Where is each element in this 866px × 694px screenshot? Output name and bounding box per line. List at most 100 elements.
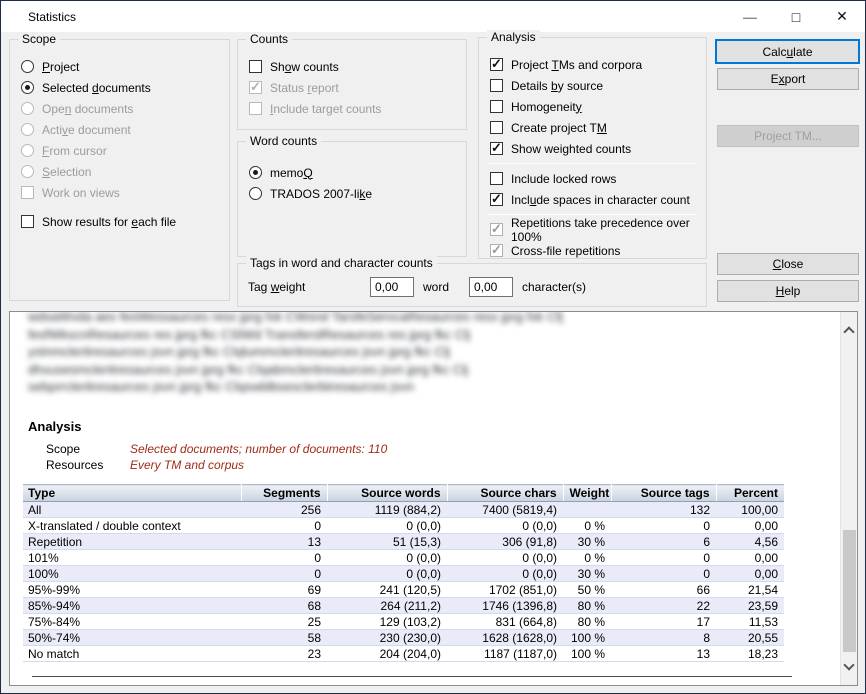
checkbox-create-project-tm[interactable]: Create project TM <box>479 117 706 138</box>
checkbox-show-results-for-each-file[interactable]: Show results for each file <box>10 211 229 232</box>
table-row: 75%-84%25129 (103,2)831 (664,8)80 %1711,… <box>23 614 784 630</box>
word-counts-options: memoQ TRADOS 2007-like <box>238 142 466 204</box>
create-project-tm-label: Create project TM <box>511 121 607 135</box>
table-cell: 0 (0,0) <box>327 518 447 534</box>
table-cell: 30 % <box>563 566 611 582</box>
blurred-line: dhxusesmcleritresaurces jsvn jprg fkc Cl… <box>28 361 637 379</box>
tag-weight-label: Tag weight <box>248 280 370 294</box>
close-window-button[interactable]: ✕ <box>819 1 865 32</box>
checkbox-indicator[interactable] <box>490 172 503 185</box>
table-cell: 256 <box>241 502 327 518</box>
scrollbar-thumb[interactable] <box>843 530 856 652</box>
trados-2007-like-label: TRADOS 2007-like <box>270 187 372 201</box>
table-row: 101%00 (0,0)0 (0,0)0 %00,00 <box>23 550 784 566</box>
table-header-row: TypeSegmentsSource wordsSource charsWeig… <box>23 485 784 502</box>
col-header-segments: Segments <box>241 485 327 502</box>
work-on-views-label: Work on views <box>42 186 120 200</box>
table-cell: 0 % <box>563 550 611 566</box>
radio-project[interactable]: Project <box>10 56 229 77</box>
selected-documents-label: Selected documents <box>42 81 151 95</box>
table-cell: 101% <box>23 550 241 566</box>
details-by-source-label: Details by source <box>511 79 603 93</box>
table-cell: 11,53 <box>716 614 784 630</box>
close-button[interactable]: Close <box>717 253 859 275</box>
tags-group: Tags in word and character counts Tag we… <box>237 263 707 307</box>
help-button[interactable]: Help <box>717 280 859 302</box>
checkbox-indicator[interactable] <box>490 142 503 155</box>
radio-selection: Selection <box>10 161 229 182</box>
checkbox-indicator[interactable] <box>490 121 503 134</box>
radio-memoq[interactable]: memoQ <box>238 162 466 183</box>
table-row: 100%00 (0,0)0 (0,0)30 %00,00 <box>23 566 784 582</box>
table-cell: 1702 (851,0) <box>447 582 563 598</box>
titlebar: Statistics — □ ✕ <box>1 1 865 32</box>
vertical-scrollbar[interactable] <box>840 312 857 685</box>
checkbox-indicator[interactable] <box>21 215 34 228</box>
radio-indicator[interactable] <box>21 60 34 73</box>
export-button[interactable]: Export <box>717 68 859 90</box>
calculate-button[interactable]: Calculate <box>715 39 860 64</box>
checkbox-project-tms-and-corpora[interactable]: Project TMs and corpora <box>479 54 706 75</box>
checkbox-homogeneity[interactable]: Homogeneity <box>479 96 706 117</box>
separator <box>488 163 697 164</box>
tag-weight-character-input[interactable] <box>469 277 513 297</box>
table-cell: 30 % <box>563 534 611 550</box>
cross-file-repetitions-label: Cross-file repetitions <box>511 244 620 258</box>
table-cell: 0 <box>611 550 716 566</box>
radio-trados-2007-like[interactable]: TRADOS 2007-like <box>238 183 466 204</box>
table-cell: 18,23 <box>716 646 784 662</box>
blurred-line: fesfWkscnResaurces res jprg fkc CSlWd Tr… <box>28 326 727 344</box>
table-cell: 6 <box>611 534 716 550</box>
status-report-label: Status report <box>270 81 339 95</box>
include-spaces-in-character-count-label: Include spaces in character count <box>511 193 690 207</box>
statistics-dialog: Statistics — □ ✕ Scope ProjectSelected d… <box>0 0 866 694</box>
checkbox-indicator[interactable] <box>490 100 503 113</box>
counts-options: Show counts Status report Include target c… <box>238 40 466 119</box>
radio-indicator[interactable] <box>249 166 262 179</box>
checkbox-show-counts[interactable]: Show counts <box>238 56 466 77</box>
checkbox-indicator[interactable] <box>490 193 503 206</box>
table-cell: 80 % <box>563 614 611 630</box>
table-cell: 264 (211,2) <box>327 598 447 614</box>
window-title: Statistics <box>1 10 76 24</box>
table-cell: 0 <box>241 566 327 582</box>
checkbox-indicator[interactable] <box>490 79 503 92</box>
table-row: 95%-99%69241 (120,5)1702 (851,0)50 %6621… <box>23 582 784 598</box>
checkbox-details-by-source[interactable]: Details by source <box>479 75 706 96</box>
minimize-button[interactable]: — <box>727 1 773 32</box>
scroll-up-icon[interactable] <box>843 326 854 337</box>
radio-indicator[interactable] <box>249 187 262 200</box>
table-cell: 0 (0,0) <box>327 550 447 566</box>
table-cell: 1628 (1628,0) <box>447 630 563 646</box>
radio-indicator <box>21 102 34 115</box>
checkbox-include-locked-rows[interactable]: Include locked rows <box>479 168 706 189</box>
checkbox-show-weighted-counts[interactable]: Show weighted counts <box>479 138 706 159</box>
tag-weight-word-input[interactable] <box>370 277 414 297</box>
blurred-report-text: wdsaWvda aes fesWessaurces resx jprg fxk… <box>28 311 780 396</box>
analysis-group-title: Analysis <box>487 30 540 44</box>
checkbox-indicator[interactable] <box>490 244 503 257</box>
checkbox-indicator[interactable] <box>490 58 503 71</box>
blurred-line: ystnmcleritresaurces jsvn jprg fkc Clqlu… <box>28 343 637 361</box>
word-counts-group-title: Word counts <box>246 134 321 148</box>
maximize-button[interactable]: □ <box>773 1 819 32</box>
checkbox-indicator[interactable] <box>490 223 503 236</box>
report-meta: Scope Selected documents; number of docu… <box>46 441 387 473</box>
table-cell: 23,59 <box>716 598 784 614</box>
dialog-body: Scope ProjectSelected documentsOpen docu… <box>1 32 865 693</box>
include-target-counts-label: Include target counts <box>270 102 381 116</box>
table-cell: 0 % <box>563 518 611 534</box>
radio-selected-documents[interactable]: Selected documents <box>10 77 229 98</box>
radio-open-documents: Open documents <box>10 98 229 119</box>
checkbox-include-spaces-in-character-count[interactable]: Include spaces in character count <box>479 189 706 210</box>
radio-indicator[interactable] <box>21 81 34 94</box>
table-cell: 4,56 <box>716 534 784 550</box>
scroll-down-icon[interactable] <box>843 659 854 670</box>
meta-label: Resources <box>46 458 130 472</box>
checkbox-indicator[interactable] <box>249 60 262 73</box>
table-cell: 68 <box>241 598 327 614</box>
radio-indicator <box>21 123 34 136</box>
checkbox-repetitions-take-precedence-over-100[interactable]: Repetitions take precedence over 100% <box>479 219 706 240</box>
table-cell: 51 (15,3) <box>327 534 447 550</box>
project-tm-button: Project TM... <box>717 125 859 147</box>
